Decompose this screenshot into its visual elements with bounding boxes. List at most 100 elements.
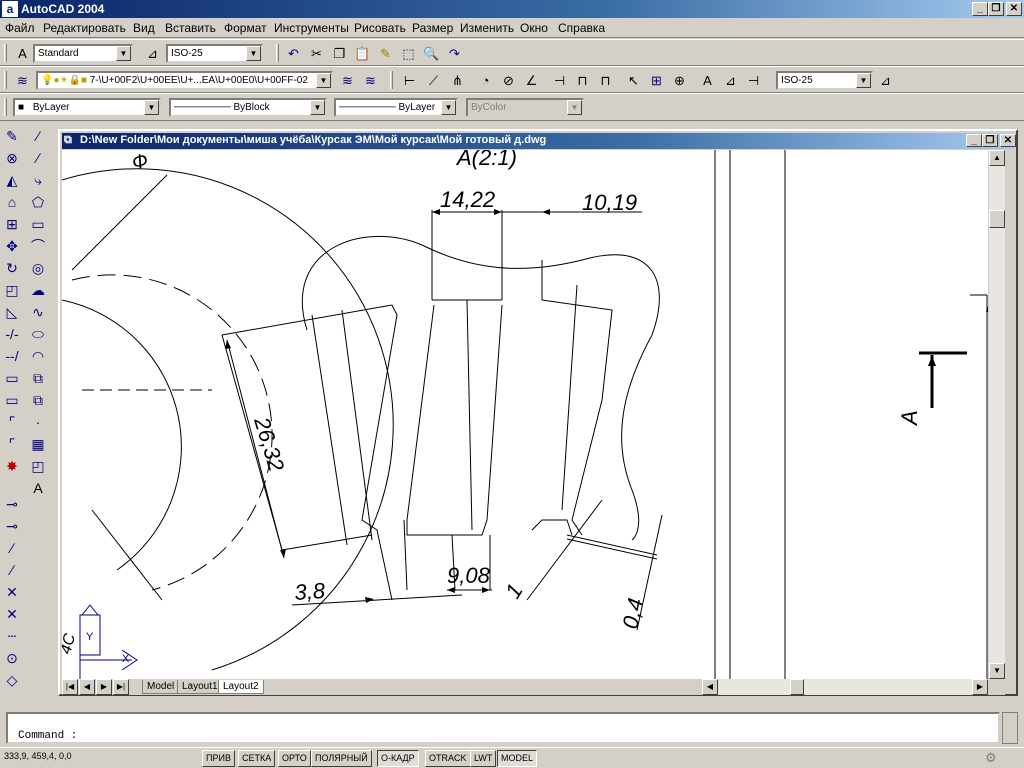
insert-block-icon[interactable]: ⧉ xyxy=(28,368,48,388)
toolbar-grip[interactable] xyxy=(4,44,7,62)
tab-layout1[interactable]: Layout1 xyxy=(177,680,223,694)
chamfer-icon[interactable]: ⌜ xyxy=(2,412,22,432)
diameter-dim-icon[interactable]: ⊘ xyxy=(499,71,518,90)
offset-icon[interactable]: ⌂ xyxy=(2,192,22,212)
layer-previous-icon[interactable]: ≋ xyxy=(361,71,380,90)
fillet-icon[interactable]: ⌜ xyxy=(2,434,22,454)
break-point-icon[interactable]: ▭ xyxy=(2,368,22,388)
scroll-down-button[interactable]: ▼ xyxy=(989,663,1005,679)
scroll-right-button[interactable]: ▶ xyxy=(972,679,988,695)
aligned-dim-icon[interactable]: ⟋ xyxy=(424,71,443,90)
trim-icon[interactable]: -/- xyxy=(2,324,22,344)
leader-icon[interactable]: ↖ xyxy=(624,71,643,90)
polar-toggle[interactable]: ПОЛЯРНЫЙ xyxy=(311,750,372,767)
restore-button[interactable]: ❐ xyxy=(988,2,1004,16)
mirror-icon[interactable]: ◭ xyxy=(2,170,22,190)
dim-style-select-2[interactable]: ISO-25 ▼ xyxy=(776,71,873,90)
doc-close-button[interactable]: ✕ xyxy=(1000,134,1016,147)
dim-edit-icon[interactable]: A xyxy=(698,71,717,90)
osnap-endpoint-icon[interactable]: ⊸ xyxy=(2,494,22,514)
zoom-icon[interactable]: 🔍 xyxy=(422,44,441,63)
angular-dim-icon[interactable]: ∠ xyxy=(522,71,541,90)
copy-object-icon[interactable]: ⊗ xyxy=(2,148,22,168)
stretch-icon[interactable]: ◺ xyxy=(2,302,22,322)
erase-icon[interactable]: ✎ xyxy=(2,126,22,146)
linear-dim-icon[interactable]: ⊢ xyxy=(400,71,419,90)
menu-view[interactable]: Вид xyxy=(133,21,155,35)
osnap-node-icon[interactable]: ✕ xyxy=(2,604,22,624)
cut-icon[interactable]: ✂ xyxy=(307,44,326,63)
make-block-icon[interactable]: ⧉ xyxy=(28,390,48,410)
scroll-up-button[interactable]: ▲ xyxy=(989,150,1005,166)
hatch-icon[interactable]: ▦ xyxy=(28,434,48,454)
tab-model[interactable]: Model xyxy=(142,680,180,694)
arc-icon[interactable]: ⌒ xyxy=(28,236,48,256)
move-icon[interactable]: ✥ xyxy=(2,236,22,256)
spline-icon[interactable]: ∿ xyxy=(28,302,48,322)
grid-toggle[interactable]: СЕТКА xyxy=(238,750,276,767)
tab-next-button[interactable]: ▶ xyxy=(96,679,112,695)
doc-restore-button[interactable]: ❐ xyxy=(982,134,998,147)
menu-file[interactable]: Файл xyxy=(5,21,35,35)
osnap-midpoint-icon[interactable]: ⊸ xyxy=(2,516,22,536)
point-icon[interactable]: · xyxy=(28,412,48,432)
doc-minimize-button[interactable]: _ xyxy=(966,134,982,147)
ortho-toggle[interactable]: ОРТО xyxy=(278,750,311,767)
rectangle-icon[interactable]: ▭ xyxy=(28,214,48,234)
construction-line-icon[interactable]: ∕ xyxy=(28,148,48,168)
copy-icon[interactable]: ❐ xyxy=(330,44,349,63)
osnap-extension-icon[interactable]: ┄ xyxy=(2,626,22,646)
model-toggle[interactable]: MODEL xyxy=(497,750,538,767)
make-layer-current-icon[interactable]: ≋ xyxy=(338,71,357,90)
tray-settings-icon[interactable]: ⚙ xyxy=(985,750,997,766)
tab-prev-button[interactable]: ◀ xyxy=(79,679,95,695)
redo-icon[interactable]: ↷ xyxy=(445,44,464,63)
paste-icon[interactable]: 📋 xyxy=(353,44,372,63)
menu-tools[interactable]: Инструменты xyxy=(274,21,349,35)
tab-layout2[interactable]: Layout2 xyxy=(218,680,264,694)
circle-icon[interactable]: ◎ xyxy=(28,258,48,278)
close-button[interactable]: ✕ xyxy=(1006,2,1022,16)
polygon-icon[interactable]: ⬠ xyxy=(28,192,48,212)
otrack-toggle[interactable]: OTRACK xyxy=(425,750,471,767)
command-window[interactable]: Command : xyxy=(6,712,1000,744)
osnap-center-icon[interactable]: ⊙ xyxy=(2,648,22,668)
radius-dim-icon[interactable]: ◔ xyxy=(476,71,495,90)
osnap-intersection-icon[interactable]: ∕ xyxy=(2,538,22,558)
layer-select[interactable]: 💡●☀🔒■ 7-\U+00F2\U+00EE\U+...EA\U+00E0\U+… xyxy=(36,71,333,90)
menu-format[interactable]: Формат xyxy=(224,21,267,35)
ordinate-dim-icon[interactable]: ⋔ xyxy=(448,71,467,90)
ellipse-icon[interactable]: ⬭ xyxy=(28,324,48,344)
menu-draw[interactable]: Рисовать xyxy=(354,21,406,35)
select-icon[interactable]: ⬚ xyxy=(399,44,418,63)
tolerance-icon[interactable]: ⊞ xyxy=(647,71,666,90)
undo-icon[interactable]: ↶ xyxy=(284,44,303,63)
extend-icon[interactable]: --/ xyxy=(2,346,22,366)
menu-window[interactable]: Окно xyxy=(520,21,548,35)
ellipse-arc-icon[interactable]: ◠ xyxy=(28,346,48,366)
osnap-toggle[interactable]: О-КАДР xyxy=(377,750,419,767)
toolbar-grip[interactable] xyxy=(276,44,279,62)
text-style-icon[interactable]: A xyxy=(13,44,32,63)
vertical-scrollbar[interactable]: ▲ ▼ xyxy=(989,150,1005,679)
lwt-toggle[interactable]: LWT xyxy=(470,750,497,767)
lineweight-select[interactable]: ──────── ByLayer ▼ xyxy=(334,98,458,117)
continue-dim-icon[interactable]: ⊓ xyxy=(596,71,615,90)
osnap-apparent-icon[interactable]: ∕ xyxy=(2,560,22,580)
explode-icon[interactable]: ✸ xyxy=(2,456,22,476)
line-icon[interactable]: ∕ xyxy=(28,126,48,146)
tab-first-button[interactable]: |◀ xyxy=(62,679,78,695)
rotate-icon[interactable]: ↻ xyxy=(2,258,22,278)
minimize-button[interactable]: _ xyxy=(972,2,988,16)
layer-manager-icon[interactable]: ≋ xyxy=(13,71,32,90)
dim-style-manager-icon[interactable]: ⊿ xyxy=(876,71,895,90)
horizontal-scrollbar[interactable]: ◀ ▶ xyxy=(702,679,988,695)
revcloud-icon[interactable]: ☁ xyxy=(28,280,48,300)
menu-dimension[interactable]: Размер xyxy=(412,21,453,35)
color-select[interactable]: ■ ByLayer ▼ xyxy=(13,98,161,117)
menu-modify[interactable]: Изменить xyxy=(460,21,514,35)
baseline-dim-icon[interactable]: ⊓ xyxy=(573,71,592,90)
scroll-left-button[interactable]: ◀ xyxy=(702,679,718,695)
mtext-icon[interactable]: A xyxy=(28,478,48,498)
array-icon[interactable]: ⊞ xyxy=(2,214,22,234)
